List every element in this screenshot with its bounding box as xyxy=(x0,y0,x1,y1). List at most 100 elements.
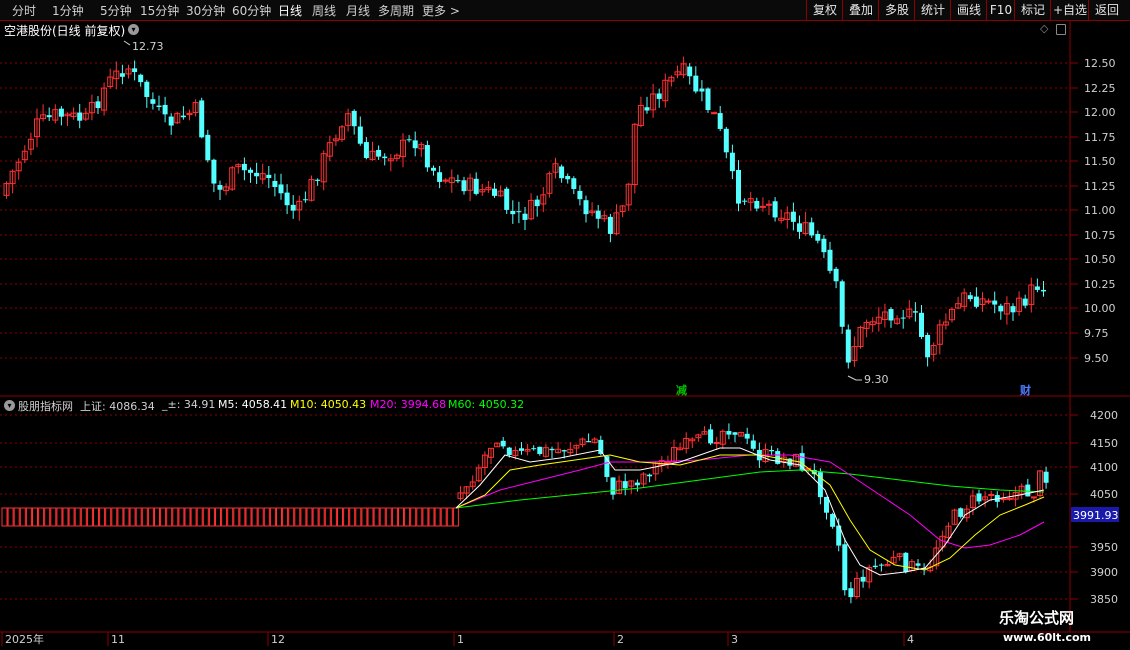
baseline-bar xyxy=(306,507,313,527)
price-candle xyxy=(504,188,510,210)
price-candle xyxy=(845,329,851,363)
price-candle xyxy=(973,296,979,307)
index-candle xyxy=(500,440,506,447)
index-candle xyxy=(713,442,720,445)
baseline-bar xyxy=(86,507,93,527)
baseline-bar xyxy=(111,507,118,527)
price-candle xyxy=(205,134,211,161)
price-candle xyxy=(217,184,223,190)
price-candle xyxy=(58,108,64,117)
index-candle xyxy=(586,441,592,443)
price-candle xyxy=(693,75,699,92)
high-pointer xyxy=(123,40,131,46)
price-candle xyxy=(461,180,467,192)
time-label: 2025年 xyxy=(5,632,44,646)
baseline-bar xyxy=(1,507,8,527)
baseline-bar xyxy=(25,507,32,527)
baseline-bar xyxy=(434,507,441,527)
index-value-label: 上证: 4086.34 xyxy=(80,400,155,413)
price-candle xyxy=(888,309,894,321)
price-candle xyxy=(254,172,260,177)
reduce-holding-marker[interactable]: 减 xyxy=(676,382,687,398)
baseline-bar xyxy=(239,507,246,527)
watermark-url: www.60lt.com xyxy=(1003,631,1092,644)
price-candle xyxy=(985,300,992,303)
main-grid xyxy=(0,62,1078,359)
baseline-bar xyxy=(135,507,142,527)
price-candle xyxy=(772,201,778,218)
index-candle xyxy=(976,493,982,502)
baseline-bar xyxy=(190,507,197,527)
price-candle xyxy=(656,93,662,99)
price-candle xyxy=(797,223,802,232)
index-candle xyxy=(750,440,756,449)
baseline-bar xyxy=(44,507,51,527)
price-candle xyxy=(998,305,1004,312)
price-candle xyxy=(315,179,321,181)
m20-line xyxy=(455,454,1045,549)
kline-chart[interactable]: 12.50 12.25 12.00 11.75 11.50 11.25 11.0… xyxy=(0,0,1130,650)
baseline-bar xyxy=(337,507,343,527)
indicator-tick: 4200 xyxy=(1090,409,1118,422)
price-candle xyxy=(162,104,168,115)
baseline-bar xyxy=(50,507,57,527)
price-candle xyxy=(729,152,735,172)
price-candle xyxy=(766,203,772,206)
price-candle xyxy=(827,249,833,271)
index-candle xyxy=(664,461,671,464)
price-candle xyxy=(455,180,461,182)
baseline-bar xyxy=(166,507,173,527)
m20-label: M20: 3994.68 xyxy=(370,398,447,411)
baseline-bar xyxy=(147,507,154,527)
baseline-bar xyxy=(355,507,362,527)
price-candle xyxy=(351,110,357,127)
baseline-bar xyxy=(13,507,20,527)
baseline-bar xyxy=(367,507,374,527)
baseline-bar xyxy=(318,507,325,527)
index-candle xyxy=(634,482,640,486)
finance-report-marker[interactable]: 财 xyxy=(1020,382,1031,398)
index-candle xyxy=(622,481,628,489)
baseline-bar xyxy=(38,507,45,527)
baseline-bar xyxy=(410,507,417,527)
price-candle xyxy=(559,166,565,179)
indicator-name: 股朋指标网 xyxy=(18,400,73,413)
index-candle xyxy=(531,448,537,450)
baseline-bar xyxy=(208,507,215,527)
index-candle xyxy=(708,429,714,444)
price-candle xyxy=(199,100,205,138)
baseline-bar xyxy=(422,507,429,527)
price-tick: 11.00 xyxy=(1084,204,1116,217)
price-candle xyxy=(357,126,363,144)
baseline-bar xyxy=(446,507,453,527)
index-candle xyxy=(519,448,524,451)
indicator-baseline-bars xyxy=(1,507,459,527)
price-tick: 10.25 xyxy=(1084,278,1116,291)
index-candle xyxy=(726,431,732,435)
main-candles xyxy=(3,56,1046,369)
index-candle xyxy=(549,448,555,451)
baseline-bar xyxy=(251,507,258,527)
chevron-down-icon[interactable]: ▾ xyxy=(4,400,15,411)
price-tick: 10.00 xyxy=(1084,302,1116,315)
price-candle xyxy=(95,101,101,109)
price-candle xyxy=(1022,298,1028,306)
baseline-bar xyxy=(361,507,368,527)
index-candle xyxy=(647,474,653,477)
indicator-tick: 4050 xyxy=(1090,488,1118,501)
price-candle xyxy=(46,115,52,118)
baseline-bar xyxy=(221,507,228,527)
price-candle xyxy=(138,74,144,83)
change-value-label: _±: 34.91 xyxy=(162,398,216,411)
time-label: 1 xyxy=(457,633,464,646)
baseline-bar xyxy=(404,507,411,527)
baseline-bar xyxy=(300,507,307,527)
price-candle xyxy=(607,216,613,234)
price-candle xyxy=(754,201,760,209)
index-candle xyxy=(915,563,921,566)
baseline-bar xyxy=(178,507,185,527)
low-price-label: 9.30 xyxy=(864,373,889,386)
price-candle xyxy=(150,99,156,104)
baseline-bar xyxy=(312,507,319,527)
price-candle xyxy=(1041,289,1046,292)
